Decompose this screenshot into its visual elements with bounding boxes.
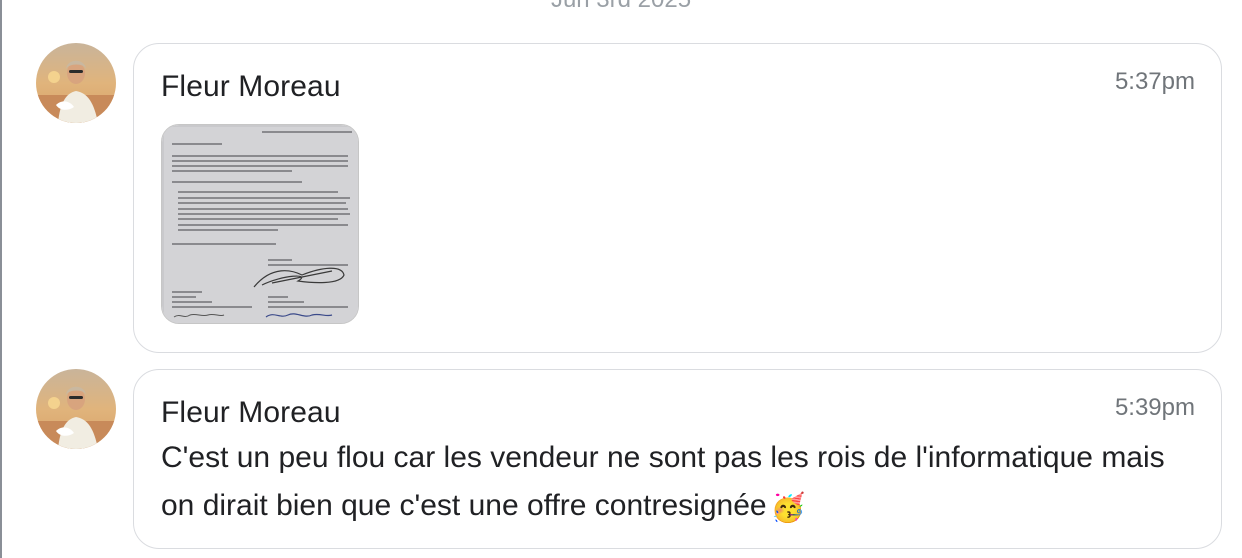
document-image-icon xyxy=(162,125,358,323)
message-timestamp: 5:39pm xyxy=(1114,394,1195,421)
partying-face-emoji: 🥳 xyxy=(770,492,806,523)
message-timestamp: 5:37pm xyxy=(1114,68,1195,95)
avatar[interactable] xyxy=(36,43,116,123)
sender-name: Fleur Moreau xyxy=(161,396,341,429)
avatar-photo xyxy=(36,43,116,123)
message-body: C'est un peu flou car les vendeur ne son… xyxy=(161,441,1165,522)
image-attachment[interactable] xyxy=(161,124,359,324)
message-card: Fleur Moreau 5:37pm xyxy=(133,43,1222,353)
avatar[interactable] xyxy=(36,369,116,449)
message-card: Fleur Moreau 5:39pm C'est un peu flou ca… xyxy=(133,369,1222,549)
message-text: C'est un peu flou car les vendeur ne son… xyxy=(161,434,1181,532)
date-divider: Jun 3rd 2025 xyxy=(0,0,1242,14)
window-edge xyxy=(0,0,2,558)
avatar-photo xyxy=(36,369,116,449)
sender-name: Fleur Moreau xyxy=(161,70,341,103)
